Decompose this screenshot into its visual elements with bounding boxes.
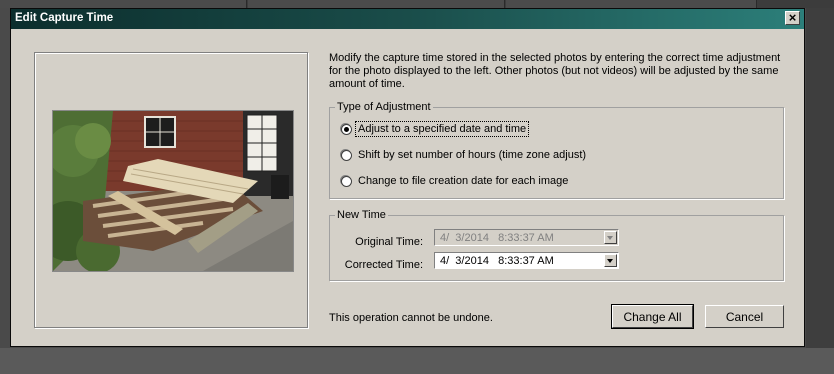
background-top-strip [0,0,834,8]
photo-image [53,111,293,271]
radio-file-creation-date[interactable]: Change to file creation date for each im… [341,173,570,189]
radio-label: Adjust to a specified date and time [354,121,530,137]
original-time-dropdown [604,231,617,244]
change-all-button[interactable]: Change All [611,304,694,329]
chevron-down-icon [607,236,613,240]
original-time-value: 4/ 3/2014 8:33:37 AM [440,231,554,244]
radio-selected-dot [344,126,349,132]
radio-button[interactable] [341,175,352,187]
corrected-time-field[interactable]: 4/ 3/2014 8:33:37 AM [434,252,619,269]
corrected-time-value[interactable]: 4/ 3/2014 8:33:37 AM [440,255,554,267]
photo-preview [52,110,294,272]
radio-adjust-specified[interactable]: Adjust to a specified date and time [341,121,530,137]
dialog-description: Modify the capture time stored in the se… [329,52,781,90]
chevron-down-icon [607,259,613,263]
background-panel [0,0,247,8]
radio-label: Change to file creation date for each im… [358,175,569,187]
radio-button[interactable] [341,149,352,161]
radio-button[interactable] [341,123,352,135]
background-right [806,8,834,374]
dialog-titlebar[interactable]: Edit Capture Time × [11,9,804,29]
edit-capture-time-dialog: Edit Capture Time × Modify the capture t… [10,8,805,347]
background-panel [248,0,505,8]
background-bottom [0,348,834,374]
original-time-field: 4/ 3/2014 8:33:37 AM [434,229,619,246]
type-of-adjustment-legend: Type of Adjustment [337,101,431,113]
close-icon: × [788,10,797,25]
undo-warning: This operation cannot be undone. [329,312,493,324]
cancel-button[interactable]: Cancel [705,305,784,328]
background-panel [506,0,757,8]
corrected-time-dropdown[interactable] [604,254,617,267]
dialog-title: Edit Capture Time [15,12,114,24]
close-button[interactable]: × [785,11,800,25]
radio-shift-hours[interactable]: Shift by set number of hours (time zone … [341,147,588,163]
corrected-time-label: Corrected Time: [344,259,423,271]
radio-label: Shift by set number of hours (time zone … [358,149,587,161]
new-time-legend: New Time [337,209,386,221]
original-time-label: Original Time: [355,236,423,248]
